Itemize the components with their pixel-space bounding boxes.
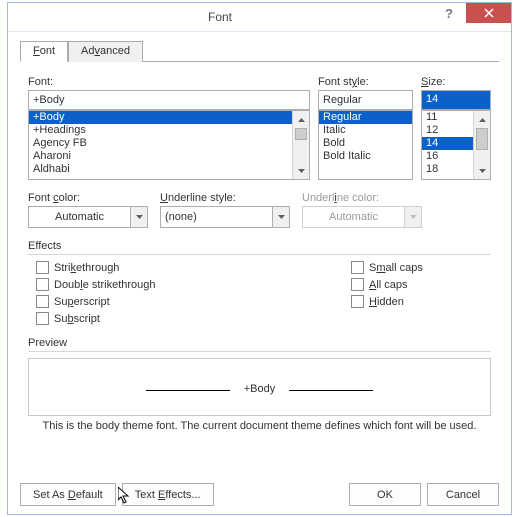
style-column: Font style: Regular Italic Bold Bold Ita… <box>318 76 413 180</box>
scrollbar[interactable] <box>292 111 309 179</box>
ok-button[interactable]: OK <box>349 483 421 506</box>
preview-note: This is the body theme font. The current… <box>28 420 491 432</box>
list-item[interactable]: Agency FB <box>29 137 292 150</box>
style-input[interactable] <box>318 90 413 110</box>
scroll-down-icon[interactable] <box>474 162 490 179</box>
chevron-down-icon <box>404 207 421 227</box>
list-item[interactable]: Italic <box>319 124 412 137</box>
preview-box: +Body <box>28 358 491 416</box>
dialog-body: Font Advanced Font: +Body +Headings Agen… <box>8 32 511 475</box>
tab-pane: Font: +Body +Headings Agency FB Aharoni … <box>20 62 499 467</box>
smallcaps-checkbox[interactable]: Small caps <box>351 261 491 274</box>
list-item[interactable]: +Body <box>29 111 292 124</box>
font-column: Font: +Body +Headings Agency FB Aharoni … <box>28 76 310 180</box>
preview-group: Preview +Body This is the body theme fon… <box>28 337 491 432</box>
scroll-up-icon[interactable] <box>474 111 490 128</box>
size-input[interactable]: 14 <box>421 90 491 110</box>
font-input[interactable] <box>28 90 310 110</box>
effects-group: Effects Strikethrough Double strikethrou… <box>28 240 491 325</box>
list-item[interactable]: 11 <box>422 111 473 124</box>
size-list[interactable]: 11 12 14 16 18 <box>421 110 491 180</box>
list-item[interactable]: Bold <box>319 137 412 150</box>
scroll-up-icon[interactable] <box>293 111 309 128</box>
tab-font[interactable]: Font <box>20 41 68 62</box>
allcaps-checkbox[interactable]: All caps <box>351 278 491 291</box>
dialog-title: Font <box>8 10 432 24</box>
font-label: Font: <box>28 76 310 88</box>
list-item[interactable]: 16 <box>422 150 473 163</box>
double-strikethrough-checkbox[interactable]: Double strikethrough <box>36 278 351 291</box>
list-item[interactable]: 18 <box>422 163 473 176</box>
close-icon <box>484 8 494 18</box>
scroll-down-icon[interactable] <box>293 162 309 179</box>
list-item[interactable]: Aldhabi <box>29 163 292 176</box>
chevron-down-icon[interactable] <box>130 207 147 227</box>
style-list[interactable]: Regular Italic Bold Bold Italic <box>318 110 413 180</box>
list-item[interactable]: Bold Italic <box>319 150 412 163</box>
scroll-thumb[interactable] <box>295 128 307 140</box>
color-row: Font color: Automatic Underline style: (… <box>28 192 491 228</box>
tab-strip: Font Advanced <box>20 40 499 62</box>
scrollbar[interactable] <box>473 111 490 179</box>
strikethrough-checkbox[interactable]: Strikethrough <box>36 261 351 274</box>
font-color-dropdown[interactable]: Automatic <box>28 206 148 228</box>
superscript-checkbox[interactable]: Superscript <box>36 295 351 308</box>
font-color-group: Font color: Automatic <box>28 192 148 228</box>
subscript-checkbox[interactable]: Subscript <box>36 312 351 325</box>
tab-advanced[interactable]: Advanced <box>68 41 143 62</box>
size-column: Size: 14 11 12 14 16 18 <box>421 76 491 180</box>
dialog-footer: Set As Default Text Effects... OK Cancel <box>8 475 511 514</box>
underline-style-dropdown[interactable]: (none) <box>160 206 290 228</box>
scroll-thumb[interactable] <box>476 128 488 150</box>
titlebar: Font ? <box>8 3 511 32</box>
close-button[interactable] <box>466 3 511 23</box>
chevron-down-icon[interactable] <box>272 207 289 227</box>
font-dialog: Font ? Font Advanced Font: +Body +Headin… <box>7 2 512 515</box>
preview-text: +Body <box>244 376 276 398</box>
cancel-button[interactable]: Cancel <box>427 483 499 506</box>
list-item[interactable]: Regular <box>319 111 412 124</box>
font-row: Font: +Body +Headings Agency FB Aharoni … <box>28 76 491 180</box>
underline-color-group: Underline color: Automatic <box>302 192 422 228</box>
font-color-label: Font color: <box>28 192 148 204</box>
effects-label: Effects <box>28 240 491 252</box>
list-item[interactable]: +Headings <box>29 124 292 137</box>
underline-color-label: Underline color: <box>302 192 422 204</box>
set-default-button[interactable]: Set As Default <box>20 483 116 506</box>
preview-label: Preview <box>28 337 491 349</box>
underline-color-dropdown: Automatic <box>302 206 422 228</box>
underline-style-group: Underline style: (none) <box>160 192 290 228</box>
style-label: Font style: <box>318 76 413 88</box>
list-item[interactable]: 12 <box>422 124 473 137</box>
list-item[interactable]: Aharoni <box>29 150 292 163</box>
font-list[interactable]: +Body +Headings Agency FB Aharoni Aldhab… <box>28 110 310 180</box>
size-label: Size: <box>421 76 491 88</box>
text-effects-button[interactable]: Text Effects... <box>122 483 214 506</box>
hidden-checkbox[interactable]: Hidden <box>351 295 491 308</box>
underline-style-label: Underline style: <box>160 192 290 204</box>
help-button[interactable]: ? <box>432 3 466 23</box>
list-item[interactable]: 14 <box>422 137 473 150</box>
